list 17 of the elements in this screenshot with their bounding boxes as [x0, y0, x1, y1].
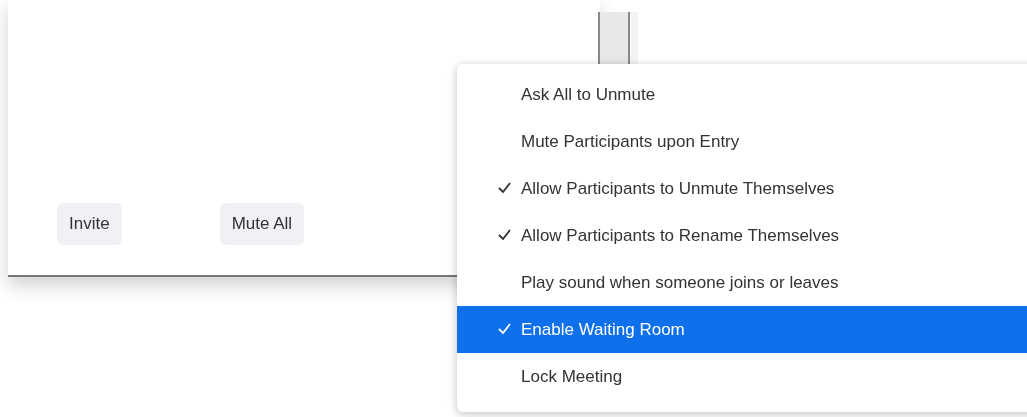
menu-item-label: Mute Participants upon Entry — [520, 131, 740, 152]
menu-item[interactable]: Allow Participants to Unmute Themselves — [457, 165, 1027, 212]
panel-splitter — [598, 12, 638, 64]
menu-item-label: Ask All to Unmute — [520, 84, 656, 105]
panel-button[interactable]: Mute All — [219, 203, 305, 245]
menu-item[interactable]: Enable Waiting Room — [457, 306, 1027, 353]
menu-item[interactable]: Play sound when someone joins or leaves — [457, 259, 1027, 306]
menu-item-label: Allow Participants to Unmute Themselves — [520, 178, 835, 199]
panel-button[interactable]: Invite — [57, 203, 122, 245]
menu-item[interactable]: Ask All to Unmute — [457, 71, 1027, 118]
menu-item[interactable]: Mute Participants upon Entry — [457, 118, 1027, 165]
menu-item[interactable]: Lock Meeting — [457, 353, 1027, 400]
menu-item-label: Enable Waiting Room — [520, 319, 685, 340]
menu-item-label: Allow Participants to Rename Themselves — [520, 225, 840, 246]
menu-item[interactable]: Allow Participants to Rename Themselves — [457, 212, 1027, 259]
menu-item-label: Lock Meeting — [520, 366, 623, 387]
menu-item-label: Play sound when someone joins or leaves — [520, 272, 839, 293]
